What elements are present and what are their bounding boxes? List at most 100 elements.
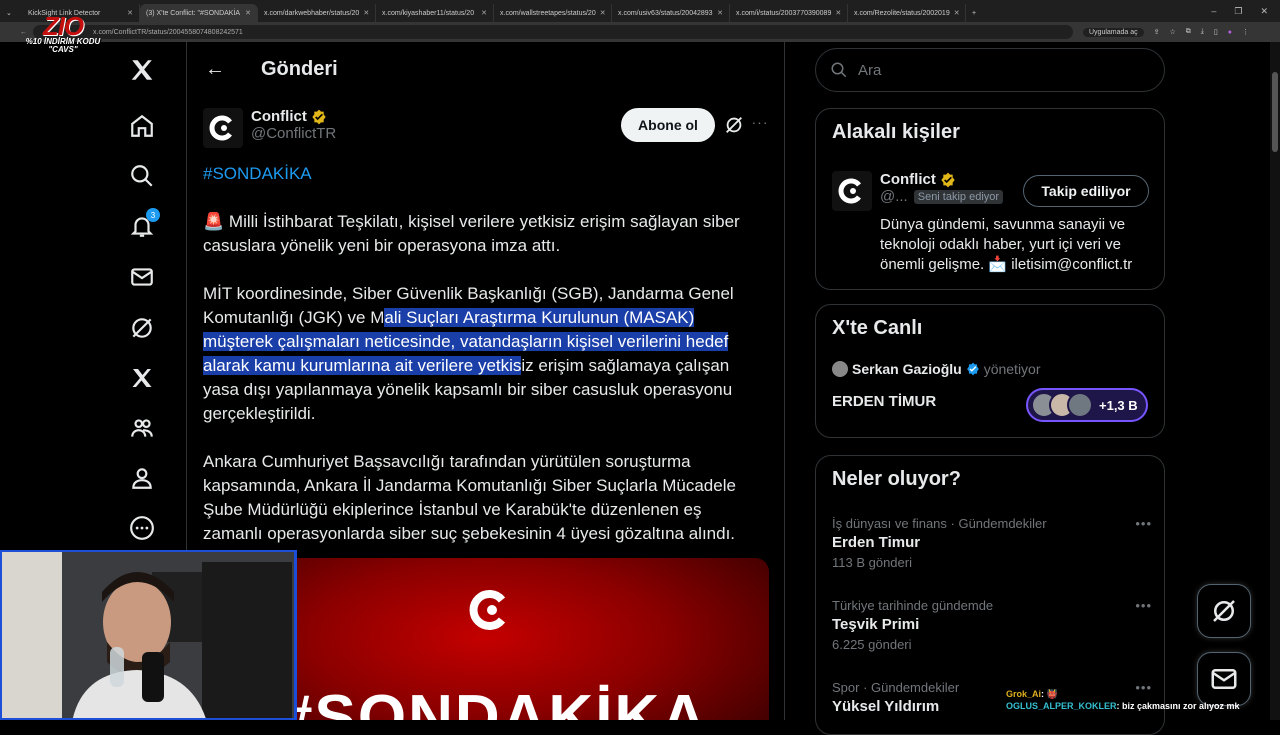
author-avatar[interactable]	[203, 108, 243, 148]
grok-explain-icon[interactable]	[723, 114, 745, 136]
close-icon[interactable]: ✕	[600, 9, 606, 17]
relevant-avatar[interactable]	[832, 171, 872, 211]
close-icon[interactable]: ✕	[954, 9, 960, 17]
more-options-icon[interactable]	[128, 514, 156, 542]
back-arrow-icon[interactable]: ←	[203, 58, 227, 82]
url-field[interactable]: x.com/ConflictTR/status/2004558074808242…	[33, 25, 1073, 39]
notification-badge: 3	[146, 208, 160, 222]
post-header: ← Gönderi	[187, 42, 784, 97]
tab-title: x.com/darkwebhaber/status/20	[264, 9, 360, 17]
browser-tab[interactable]: x.com/Rezolite/status/2002019 ✕	[848, 4, 966, 22]
card-title: Neler oluyor?	[832, 468, 961, 490]
trend-count: 113 B gönderi	[832, 555, 912, 570]
relevant-people-card: Alakalı kişiler Conflict @... Seni takip …	[815, 108, 1165, 290]
search-box[interactable]	[815, 48, 1165, 92]
tab-title: x.com/Rezolite/status/2002019	[854, 9, 950, 17]
new-tab-button[interactable]: +	[966, 4, 986, 22]
live-card: X'te Canlı Serkan Gazioğlu yönetiyor ERD…	[815, 304, 1165, 438]
download-icon[interactable]: ⤓	[1201, 28, 1204, 36]
streamer-camera-feed	[2, 552, 294, 718]
communities-icon[interactable]	[128, 414, 156, 442]
sidebar-icon[interactable]: ▯	[1214, 28, 1218, 36]
following-button[interactable]: Takip ediliyor	[1023, 175, 1149, 207]
post-more-icon[interactable]: ···	[751, 114, 769, 136]
paragraph-text: Ankara Cumhuriyet Başsavcılığı tarafında…	[203, 452, 736, 543]
share-icon[interactable]: ⇪	[1154, 28, 1160, 36]
browser-tab[interactable]: x.com/usiv63/status/20042893 ✕	[612, 4, 730, 22]
close-icon[interactable]: ✕	[717, 9, 723, 17]
paragraph-text: Milli İstihbarat Teşkilatı, kişisel veri…	[203, 212, 740, 255]
relevant-handle[interactable]: @...	[880, 188, 908, 205]
relevant-bio: Dünya gündemi, savunma sanayii ve teknol…	[880, 216, 1133, 273]
close-window-icon[interactable]: ✕	[1260, 6, 1268, 17]
post-author[interactable]: Conflict @ConflictTR	[203, 108, 336, 148]
home-icon[interactable]	[128, 112, 156, 140]
window-controls: – ❐ ✕	[1211, 6, 1280, 17]
browser-tab-bar: ⌄ KickSight Link Detector ✕ (3) X'te Conf…	[0, 0, 1280, 22]
hashtag-link[interactable]: #SONDAKİKA	[203, 164, 312, 184]
grok-icon[interactable]	[128, 314, 156, 342]
close-icon[interactable]: ✕	[835, 9, 841, 17]
chat-username: Grok_Ai	[1006, 689, 1042, 699]
chat-username: OGLUS_ALPER_KOKLER	[1006, 701, 1117, 711]
tab-title: x.com/kiyashaber11/status/20	[382, 9, 475, 17]
trend-more-icon[interactable]: •••	[1135, 516, 1152, 531]
browser-tab[interactable]: x.com/kiyashaber11/status/20 ✕	[376, 4, 494, 22]
stream-chat-overlay: Grok_Ai: 👹 OGLUS_ALPER_KOKLER: biz çakma…	[1006, 688, 1240, 712]
restore-icon[interactable]: ❐	[1234, 6, 1242, 17]
page-title: Gönderi	[261, 58, 338, 80]
trend-context: Türkiye tarihinde gündemde	[832, 598, 994, 613]
search-icon[interactable]	[128, 162, 156, 190]
x-logo-icon[interactable]	[128, 56, 156, 84]
minimize-icon[interactable]: –	[1211, 6, 1216, 17]
page-scrollbar[interactable]	[1270, 42, 1280, 720]
subscribe-button[interactable]: Abone ol	[621, 108, 715, 142]
search-icon	[831, 62, 847, 78]
trend-count: 6.225 gönderi	[832, 637, 912, 652]
profile-icon[interactable]	[128, 464, 156, 492]
post-paragraph-3: Ankara Cumhuriyet Başsavcılığı tarafında…	[203, 450, 763, 546]
logo-text: ZIO	[42, 11, 84, 41]
chat-message: : biz çakmasını zor alıyoz mk	[1116, 701, 1240, 711]
host-name: Serkan Gazioğlu	[852, 361, 962, 377]
trend-item[interactable]: Türkiye tarihinde gündemde Teşvik Primi …	[832, 598, 1152, 652]
browser-tab[interactable]: x.com/i/status/2003770390089 ✕	[730, 4, 848, 22]
messages-icon[interactable]	[128, 263, 156, 291]
author-handle[interactable]: @ConflictTR	[251, 125, 336, 142]
trend-name: Erden Timur	[832, 534, 921, 551]
scrollbar-thumb[interactable]	[1272, 72, 1278, 152]
url-text: x.com/ConflictTR/status/2004558074808242…	[93, 28, 243, 36]
live-host[interactable]: Serkan Gazioğlu yönetiyor	[832, 361, 1041, 377]
profile-icon[interactable]: ●	[1228, 29, 1232, 36]
extensions: Uygulamada aç ⇪ ☆ ⧉ ⤓ ▯ ● ⋮	[1083, 27, 1249, 37]
extension-icon[interactable]: ⧉	[1186, 28, 1191, 36]
browser-tab-active[interactable]: (3) X'te Conflict: "#SONDAKİA ✕	[140, 4, 258, 22]
trend-more-icon[interactable]: •••	[1135, 598, 1152, 613]
premium-x-icon[interactable]	[128, 364, 156, 392]
host-role: yönetiyor	[983, 361, 1041, 377]
space-title[interactable]: ERDEN TİMUR	[832, 393, 936, 410]
browser-tab[interactable]: x.com/wallstreetapes/status/20 ✕	[494, 4, 612, 22]
listeners-pill[interactable]: +1,3 B	[1026, 388, 1148, 422]
trend-item[interactable]: İş dünyası ve finans · Gündemdekiler Erd…	[832, 516, 1152, 570]
close-icon[interactable]: ✕	[245, 9, 251, 17]
close-icon[interactable]: ✕	[127, 9, 133, 17]
search-input[interactable]	[858, 61, 1138, 79]
relevant-name[interactable]: Conflict	[880, 171, 936, 188]
browser-menu-icon[interactable]: ⋮	[1242, 28, 1249, 36]
bookmark-star-icon[interactable]: ☆	[1170, 28, 1176, 36]
trend-name: Teşvik Primi	[832, 616, 920, 633]
right-sidebar: Alakalı kişiler Conflict @... Seni takip …	[815, 42, 1166, 735]
grok-floating-button[interactable]	[1197, 584, 1251, 638]
close-icon[interactable]: ✕	[481, 9, 487, 17]
browser-tab[interactable]: x.com/darkwebhaber/status/20 ✕	[258, 4, 376, 22]
listener-count: +1,3 B	[1099, 397, 1138, 413]
stream-logo: ZIO %10 İNDİRİM KODU "CAVS"	[18, 11, 108, 58]
close-icon[interactable]: ✕	[363, 9, 369, 17]
tab-title: x.com/i/status/2003770390089	[736, 9, 832, 17]
listener-avatar	[1067, 392, 1093, 418]
open-in-app-button[interactable]: Uygulamada aç	[1083, 27, 1144, 37]
notifications-bell-icon[interactable]: 3	[128, 208, 160, 240]
author-name[interactable]: Conflict	[251, 108, 307, 125]
post-paragraph-2: MİT koordinesinde, Siber Güvenlik Başkan…	[203, 282, 763, 426]
